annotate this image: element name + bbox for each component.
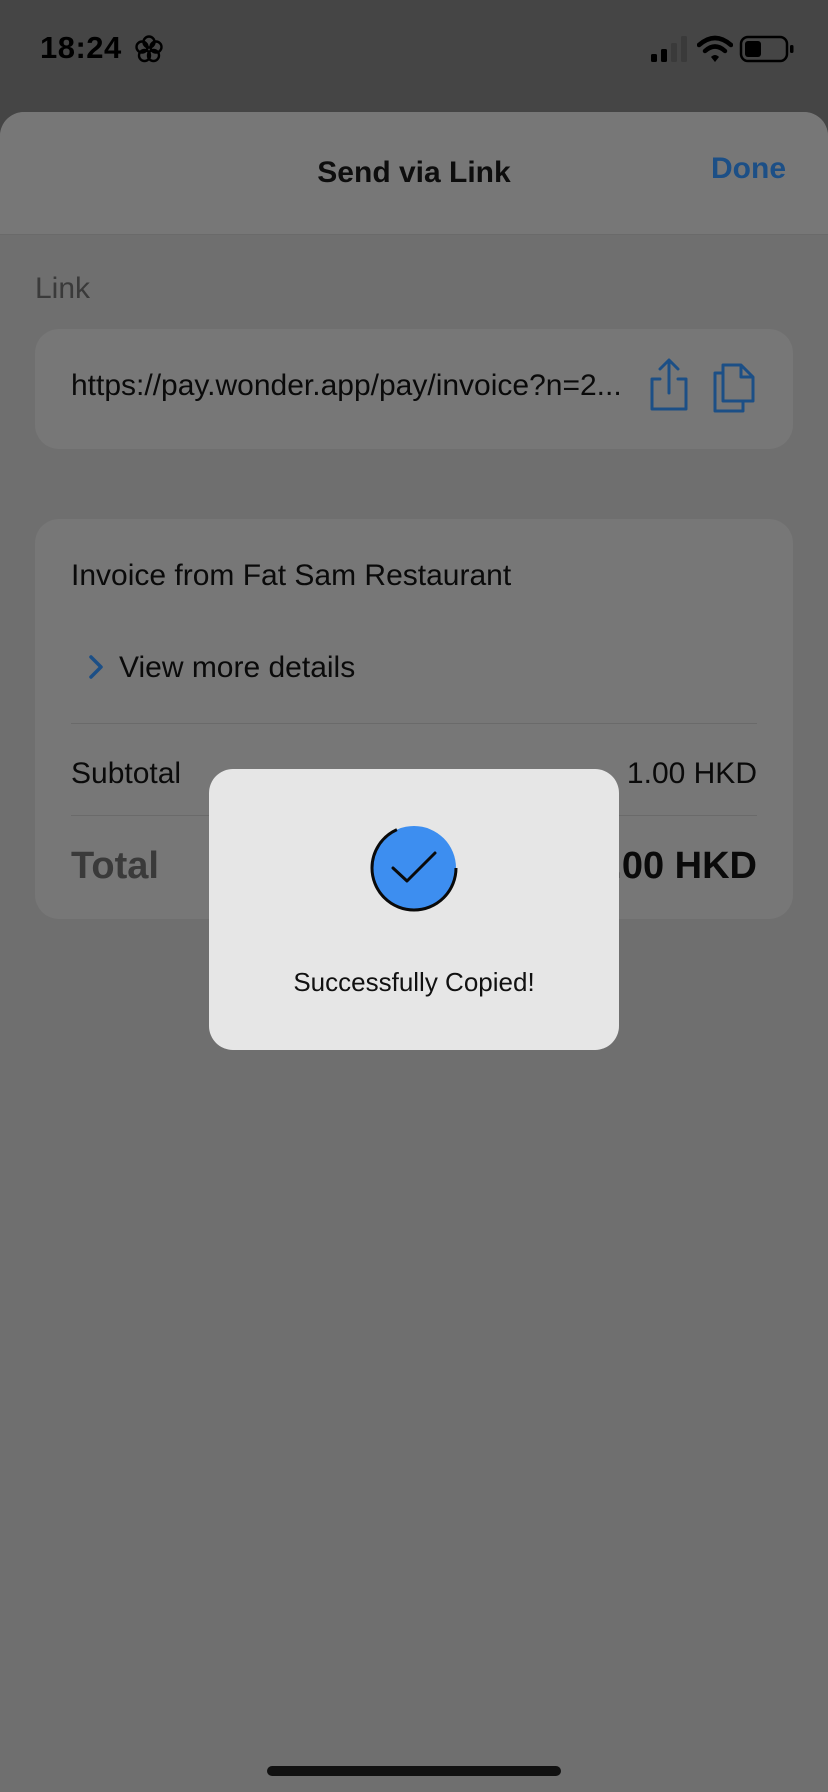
subtotal-value: 1.00 HKD [626, 757, 757, 790]
checkmark-circle-icon [370, 824, 458, 912]
copied-toast: Successfully Copied! [209, 769, 619, 1050]
copy-icon[interactable] [709, 357, 759, 415]
view-more-details-label: View more details [119, 651, 356, 684]
flower-icon [135, 35, 163, 63]
divider [71, 723, 757, 724]
wifi-icon [697, 35, 733, 62]
home-indicator[interactable] [267, 1766, 561, 1776]
link-section-label: Link [35, 272, 91, 305]
chevron-right-icon [89, 655, 103, 679]
share-icon[interactable] [644, 357, 694, 415]
total-label: Total [71, 845, 159, 887]
toast-message: Successfully Copied! [293, 967, 535, 997]
invoice-link-url[interactable]: https://pay.wonder.app/pay/invoice?n=2..… [71, 369, 671, 403]
cellular-signal-icon [651, 36, 687, 62]
battery-icon [739, 35, 794, 63]
done-button[interactable]: Done [711, 152, 786, 186]
link-card: https://pay.wonder.app/pay/invoice?n=2..… [35, 329, 793, 449]
subtotal-label: Subtotal [71, 757, 182, 790]
status-time: 18:24 [40, 30, 122, 65]
nav-bar: Send via Link Done [0, 112, 828, 235]
invoice-title: Invoice from Fat Sam Restaurant [71, 559, 512, 592]
status-bar: 18:24 [0, 0, 828, 100]
page-title: Send via Link [317, 156, 511, 189]
